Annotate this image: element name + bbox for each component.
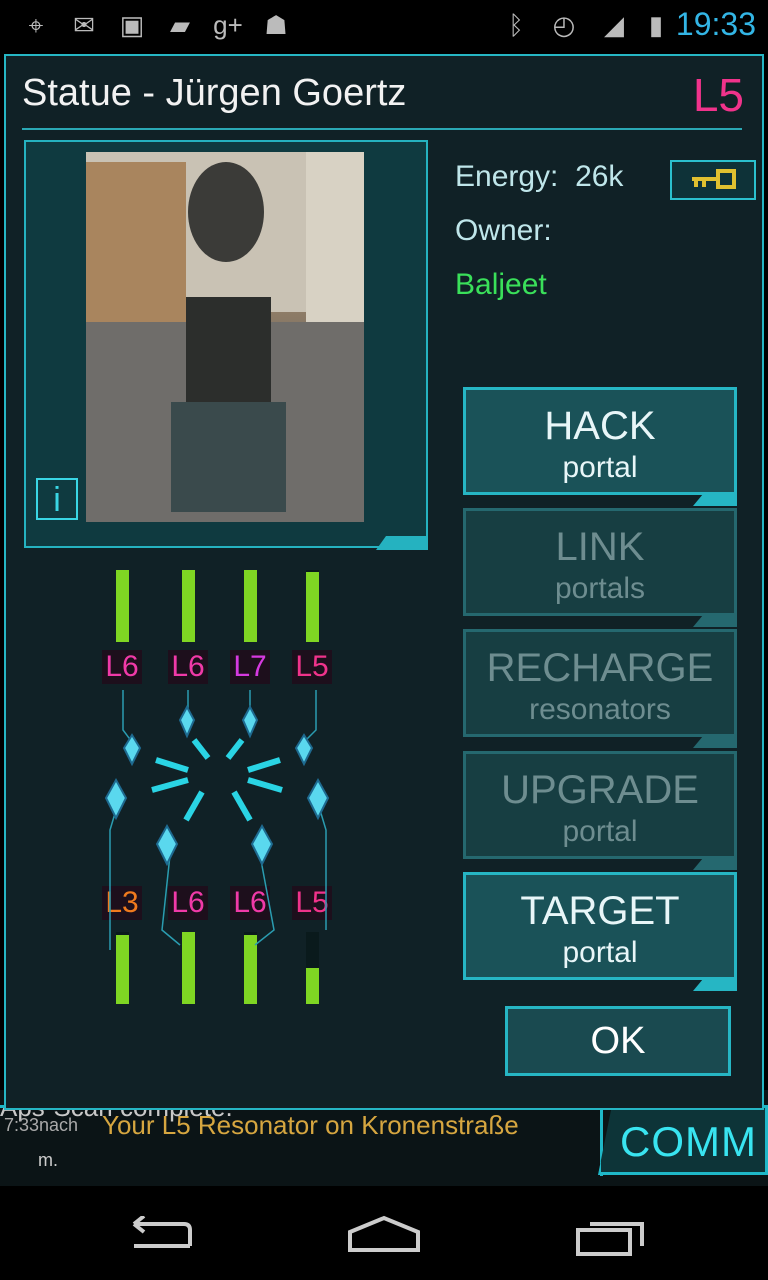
recharge-button[interactable]: RECHARGE resonators bbox=[463, 629, 737, 748]
hack-button-sub: portal bbox=[562, 451, 638, 484]
owner-name: Baljeet bbox=[455, 268, 547, 301]
link-button-sub: portals bbox=[554, 572, 646, 605]
back-icon[interactable] bbox=[124, 1216, 196, 1256]
energy-readout: Energy: 26k bbox=[455, 160, 623, 194]
signal-icon: ◢ bbox=[604, 10, 624, 40]
energy-value: 26k bbox=[575, 160, 624, 193]
portal-title: Statue - Jürgen Goertz bbox=[22, 72, 407, 114]
clock: 19:33 bbox=[675, 6, 756, 42]
target-button-label: TARGET bbox=[520, 889, 680, 933]
recharge-button-sub: resonators bbox=[529, 693, 671, 726]
top-resonator-energy-1 bbox=[116, 570, 129, 642]
top-resonator-energy-4 bbox=[306, 572, 319, 642]
top-resonator-bar-4 bbox=[306, 570, 319, 642]
resonator-link-diagram bbox=[104, 690, 330, 950]
target-button-sub: portal bbox=[562, 936, 638, 969]
gplus-icon: g+ bbox=[213, 10, 243, 40]
top-resonator-level-3: L7 bbox=[230, 650, 270, 684]
top-resonator-energy-2 bbox=[182, 570, 195, 642]
talk-icon: ▰ bbox=[170, 10, 190, 40]
recent-apps-icon[interactable] bbox=[574, 1214, 648, 1258]
portal-photo[interactable] bbox=[86, 152, 364, 522]
top-resonator-energy-3 bbox=[244, 570, 257, 642]
status-bar: ⌖ ✉ ▣ ▰ g+ ☗ ᛒ ◴ ◢ ▮ 19:33 bbox=[0, 0, 768, 50]
bluetooth-icon: ᛒ bbox=[508, 10, 524, 40]
top-resonator-bar-2 bbox=[182, 570, 195, 642]
battery-icon: ▮ bbox=[648, 10, 664, 40]
title-divider bbox=[22, 128, 742, 130]
energy-label: Energy: bbox=[455, 160, 559, 193]
portal-level: L5 bbox=[692, 69, 744, 121]
hack-button[interactable]: HACK portal bbox=[463, 387, 737, 506]
bottom-resonator-energy-4 bbox=[306, 968, 319, 1004]
upgrade-button-sub: portal bbox=[562, 815, 638, 848]
top-resonator-bar-3 bbox=[244, 570, 257, 642]
top-resonator-bar-1 bbox=[116, 570, 129, 642]
upgrade-button-label: UPGRADE bbox=[501, 768, 699, 812]
statue-image bbox=[86, 152, 364, 522]
comm-bar bbox=[0, 1105, 603, 1176]
ok-button[interactable]: OK bbox=[505, 1006, 731, 1076]
gmail-icon: ✉ bbox=[73, 10, 95, 40]
target-button[interactable]: TARGET portal bbox=[463, 872, 737, 991]
comm-label[interactable]: COMM bbox=[620, 1118, 757, 1166]
android-icon: ☗ bbox=[264, 10, 288, 40]
home-icon[interactable] bbox=[346, 1214, 422, 1254]
hack-button-label: HACK bbox=[544, 404, 656, 448]
alarm-icon: ◴ bbox=[552, 10, 576, 40]
gallery-icon: ▣ bbox=[119, 10, 145, 40]
navigation-bar bbox=[0, 1186, 768, 1280]
upgrade-button[interactable]: UPGRADE portal bbox=[463, 751, 737, 870]
owner-label: Owner: bbox=[455, 214, 552, 247]
link-button-label: LINK bbox=[555, 525, 645, 569]
info-button[interactable]: i bbox=[36, 478, 78, 520]
link-button[interactable]: LINK portals bbox=[463, 508, 737, 627]
top-resonator-level-1: L6 bbox=[102, 650, 142, 684]
top-resonator-level-2: L6 bbox=[168, 650, 208, 684]
top-resonator-level-4: L5 bbox=[292, 650, 332, 684]
gps-icon: ⌖ bbox=[28, 10, 44, 40]
recharge-button-label: RECHARGE bbox=[486, 646, 714, 690]
key-icon bbox=[692, 169, 736, 189]
key-button[interactable] bbox=[670, 160, 756, 200]
